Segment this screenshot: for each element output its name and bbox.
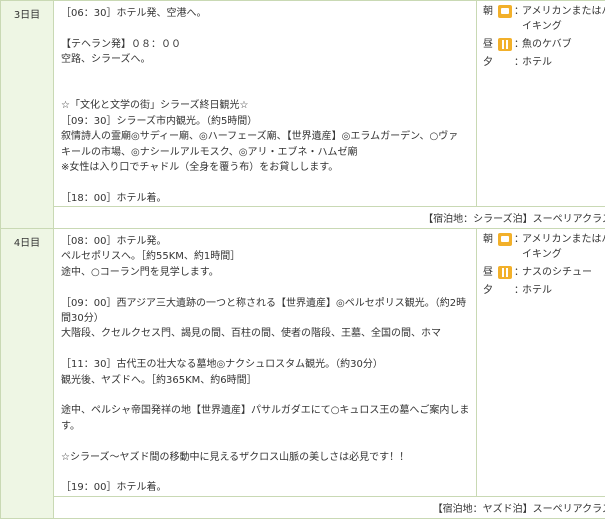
meal-lunch: 昼 ： 魚のケバブ	[481, 37, 605, 52]
detail-line: ［11：30］古代王の壮大なる墓地◎ナクシュロスタム観光。（約30分）	[61, 357, 476, 372]
detail-line: ［08：00］ホテル発。	[61, 234, 476, 249]
meal-dinner: 夕 ： ホテル	[481, 283, 605, 298]
meal-label: 昼	[483, 265, 493, 280]
detail-line: 大階段、クセルクセス門、謁見の間、百柱の間、使者の階段、王墓、全国の間、ホマ	[61, 326, 476, 341]
detail-line: ☆シラーズ～ヤズド間の移動中に見えるザクロス山脈の美しさは必見です！！	[61, 450, 476, 465]
hotel-row: 【宿泊地：シラーズ泊】スーペリアクラス	[1, 207, 605, 229]
meals-cell: 朝 ： アメリカンまたはバイキング 昼 ： ナスのシチュー 夕 ： ホテル	[477, 229, 605, 497]
day-label: 3日目	[14, 10, 40, 21]
day-detail-cell: ［06：30］ホテル発、空港へ。 【テヘラン発】０８：００ 空路、シラーズへ。 …	[54, 1, 477, 207]
detail-line: ［19：00］ホテル着。	[61, 480, 476, 495]
day-label: 4日目	[14, 238, 40, 249]
detail-line: 観光後、ヤズドへ。［約365KM、約6時間］	[61, 373, 476, 388]
meal-dinner: 夕 ： ホテル	[481, 55, 605, 70]
detail-line: 途中、ペルシャ帝国発祥の地【世界遺産】パサルガダエにて○キュロス王の墓へご案内し…	[61, 403, 476, 418]
meal-text: 魚のケバブ	[522, 37, 605, 52]
meal-lunch: 昼 ： ナスのシチュー	[481, 265, 605, 280]
meal-label: 夕	[483, 55, 493, 70]
meal-breakfast: 朝 ： アメリカンまたはバイキング	[481, 4, 605, 34]
itinerary-table: 3日目 ［06：30］ホテル発、空港へ。 【テヘラン発】０８：００ 空路、シラー…	[0, 0, 605, 519]
detail-line: ［18：00］ホテル着。	[61, 191, 476, 206]
meals-cell: 朝 ： アメリカンまたはバイキング 昼 ： 魚のケバブ 夕 ： ホテル	[477, 1, 605, 207]
cup-icon	[498, 233, 512, 246]
meal-label: 朝	[483, 4, 493, 19]
meal-text: アメリカンまたはバイキング	[522, 232, 605, 262]
meal-label: 夕	[483, 283, 493, 298]
hotel-info: 【宿泊地：ヤズド泊】スーペリアクラス	[433, 504, 605, 515]
detail-line: す。	[61, 419, 476, 434]
detail-line: 【テヘラン発】０８：００	[61, 37, 476, 52]
detail-line: ☆「文化と文学の街」シラーズ終日観光☆	[61, 98, 476, 113]
detail-line: ［09：00］西アジア三大遺跡の一つと称される【世界遺産】◎ペルセポリス観光。（…	[61, 296, 476, 311]
detail-line: ［06：30］ホテル発、空港へ。	[61, 6, 476, 21]
detail-line: 叙情詩人の霊廟◎サディー廟、◎ハーフェーズ廟、【世界遺産】◎エラムガーデン、○ヴ…	[61, 129, 476, 144]
meal-label: 昼	[483, 37, 493, 52]
detail-line: キールの市場、◎ナシールアルモスク、◎アリ・エブネ・ハムゼ廟	[61, 145, 476, 160]
cup-icon	[498, 5, 512, 18]
day-label-cell: 3日目	[1, 1, 54, 229]
meal-label: 朝	[483, 232, 493, 247]
cutlery-icon	[498, 38, 512, 51]
detail-line: 空路、シラーズへ。	[61, 52, 476, 67]
day-row: 3日目 ［06：30］ホテル発、空港へ。 【テヘラン発】０８：００ 空路、シラー…	[1, 1, 605, 207]
detail-line: ※女性は入り口でチャドル（全身を覆う布）をお貸しします。	[61, 160, 476, 175]
meal-breakfast: 朝 ： アメリカンまたはバイキング	[481, 232, 605, 262]
detail-line: ［09：30］シラーズ市内観光。（約5時間）	[61, 114, 476, 129]
hotel-cell: 【宿泊地：ヤズド泊】スーペリアクラス	[54, 496, 605, 518]
detail-line: 途中、○コーラン門を見学します。	[61, 265, 476, 280]
day-detail-cell: ［08：00］ホテル発。 ペルセポリスへ。［約55KM、約1時間］ 途中、○コー…	[54, 229, 477, 497]
day-row: 4日目 ［08：00］ホテル発。 ペルセポリスへ。［約55KM、約1時間］ 途中…	[1, 229, 605, 497]
hotel-row: 【宿泊地：ヤズド泊】スーペリアクラス	[1, 496, 605, 518]
meal-text: ホテル	[522, 55, 605, 70]
detail-line: 間30分）	[61, 311, 476, 326]
meal-text: アメリカンまたはバイキング	[522, 4, 605, 34]
meal-text: ナスのシチュー	[522, 265, 605, 280]
hotel-info: 【宿泊地：シラーズ泊】スーペリアクラス	[423, 214, 605, 225]
meal-text: ホテル	[522, 283, 605, 298]
itinerary-container: 3日目 ［06：30］ホテル発、空港へ。 【テヘラン発】０８：００ 空路、シラー…	[0, 0, 605, 475]
cutlery-icon	[498, 266, 512, 279]
hotel-cell: 【宿泊地：シラーズ泊】スーペリアクラス	[54, 207, 605, 229]
detail-line: ペルセポリスへ。［約55KM、約1時間］	[61, 249, 476, 264]
